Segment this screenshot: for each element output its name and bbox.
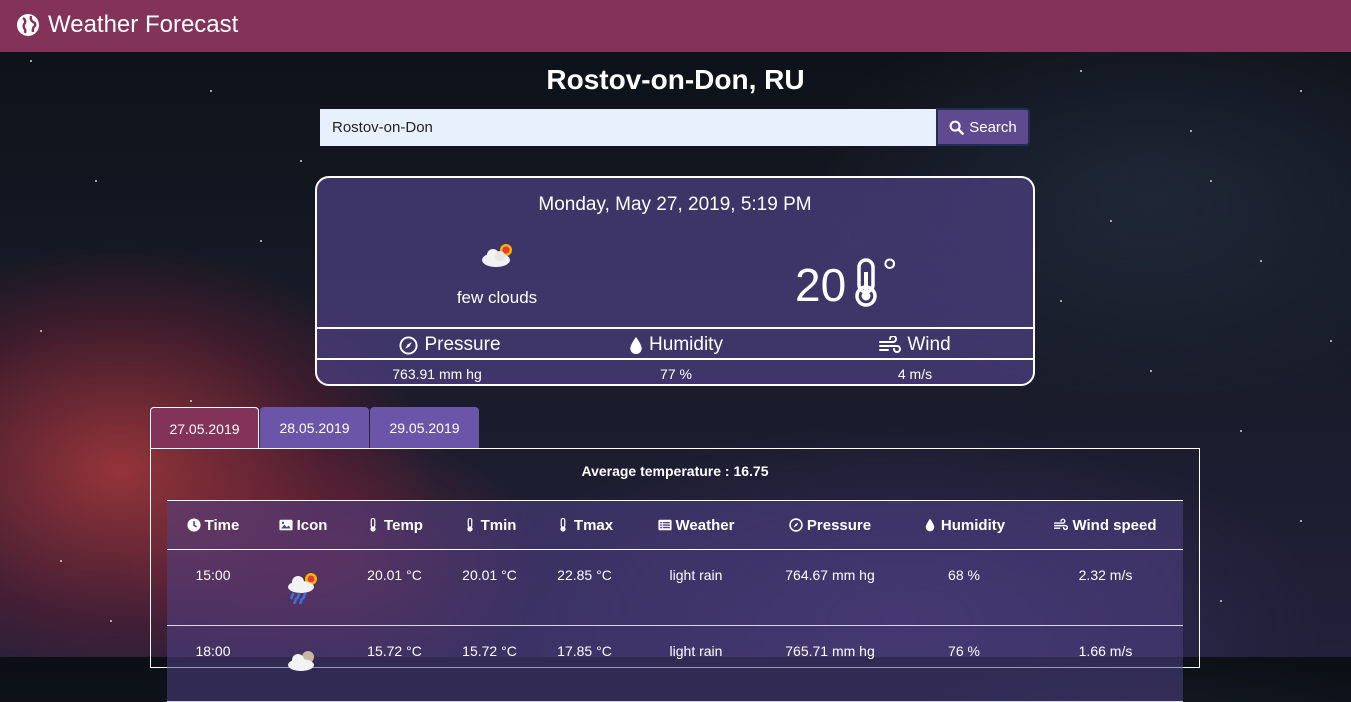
current-weather-card: Monday, May 27, 2019, 5:19 PM few clouds… (315, 176, 1035, 386)
column-icon-label: Icon (296, 516, 328, 534)
metric-pressure-label: Pressure (424, 334, 501, 355)
app-title: Weather Forecast (48, 11, 239, 38)
column-humidity-label: Humidity (940, 516, 1006, 534)
droplet-icon (925, 518, 935, 532)
metric-humidity: Humidity (556, 334, 796, 356)
thermometer-icon (855, 258, 877, 307)
column-tmax: Tmax (537, 501, 632, 549)
cell-pressure: 765.71 mm hg (785, 643, 875, 659)
cell-wind: 1.66 m/s (1078, 643, 1133, 659)
metric-wind-label: Wind (907, 334, 951, 355)
column-wind-speed: Wind speed (1028, 501, 1183, 549)
degree-symbol: ° (882, 252, 898, 294)
cell-icon (259, 562, 347, 612)
metric-wind: Wind (795, 334, 1033, 356)
cell-humidity: 68 % (948, 567, 980, 583)
droplet-icon (630, 336, 642, 354)
column-tmin: Tmin (442, 501, 537, 549)
cell-tmax: 17.85 °C (557, 643, 612, 659)
forecast-panel: Average temperature : 16.75 Time Icon Te… (150, 448, 1200, 702)
compass-icon (399, 335, 419, 355)
wind-icon (1054, 518, 1069, 531)
globe-icon (17, 14, 39, 36)
metric-pressure-value: 763.91 mm hg (392, 366, 482, 382)
metric-pressure: Pressure (330, 334, 570, 356)
clock-icon (187, 518, 201, 532)
navbar: Weather Forecast (0, 0, 1351, 52)
cell-time: 15:00 (195, 567, 231, 583)
tab-day-3[interactable]: 29.05.2019 (370, 407, 479, 449)
divider (317, 327, 1033, 329)
cell-pressure: 764.67 mm hg (785, 567, 875, 583)
column-weather: Weather (632, 501, 760, 549)
wind-icon (879, 336, 902, 353)
tab-day-1[interactable]: 27.05.2019 (150, 407, 259, 449)
brand[interactable]: Weather Forecast (16, 11, 238, 39)
column-temp-label: Temp (384, 516, 423, 534)
partly-cloudy-icon (482, 244, 512, 267)
current-datetime: Monday, May 27, 2019, 5:19 PM (538, 194, 812, 215)
search-button[interactable]: Search (936, 108, 1030, 146)
average-temperature: Average temperature : 16.75 (581, 463, 769, 479)
cell-humidity: 76 % (948, 643, 980, 659)
search-input[interactable] (320, 109, 936, 146)
cell-tmax: 22.85 °C (557, 567, 612, 583)
metric-humidity-value: 77 % (660, 366, 692, 382)
search-button-label: Search (969, 118, 1017, 136)
cell-wind: 2.32 m/s (1078, 567, 1133, 583)
column-humidity: Humidity (900, 501, 1028, 549)
column-wind-speed-label: Wind speed (1072, 516, 1157, 534)
cell-weather: light rain (669, 643, 723, 659)
city-title: Rostov-on-Don, RU (546, 64, 805, 95)
column-weather-label: Weather (675, 516, 735, 534)
compass-icon (789, 518, 803, 532)
image-icon (279, 519, 293, 531)
column-temp: Temp (347, 501, 442, 549)
thermometer-icon (466, 518, 473, 532)
cell-icon (259, 640, 347, 690)
column-tmin-label: Tmin (480, 516, 517, 534)
column-icon: Icon (259, 501, 347, 549)
metric-humidity-label: Humidity (649, 334, 723, 355)
search-icon (949, 120, 965, 135)
column-pressure: Pressure (760, 501, 900, 549)
rain-sun-icon (288, 573, 317, 604)
cell-temp: 20.01 °C (367, 567, 422, 583)
column-tmax-label: Tmax (573, 516, 614, 534)
current-condition: few clouds (456, 288, 538, 307)
rain-night-icon (288, 651, 314, 671)
tab-day-2[interactable]: 28.05.2019 (260, 407, 369, 449)
thermometer-icon (560, 518, 566, 532)
cell-weather: light rain (669, 567, 723, 583)
column-time: Time (167, 501, 259, 549)
cell-tmin: 15.72 °C (462, 643, 517, 659)
metric-wind-value: 4 m/s (897, 366, 933, 382)
column-pressure-label: Pressure (806, 516, 872, 534)
table-row: 15:00 20.01 °C 20.01 °C 22.85 °C light r… (167, 550, 1183, 626)
forecast-table: Time Icon Temp Tmin Tmax Weather Pressur… (167, 500, 1183, 702)
cell-time: 18:00 (195, 643, 231, 659)
cell-tmin: 20.01 °C (462, 567, 517, 583)
table-row: 18:00 15.72 °C 15.72 °C 17.85 °C light r… (167, 626, 1183, 702)
column-time-label: Time (204, 516, 240, 534)
list-icon (657, 519, 672, 531)
cell-temp: 15.72 °C (367, 643, 422, 659)
table-header: Time Icon Temp Tmin Tmax Weather Pressur… (167, 500, 1183, 550)
thermometer-icon (370, 518, 376, 532)
divider (317, 358, 1033, 360)
current-temperature: 20 ° (795, 252, 897, 312)
temperature-value: 20 (795, 259, 847, 311)
